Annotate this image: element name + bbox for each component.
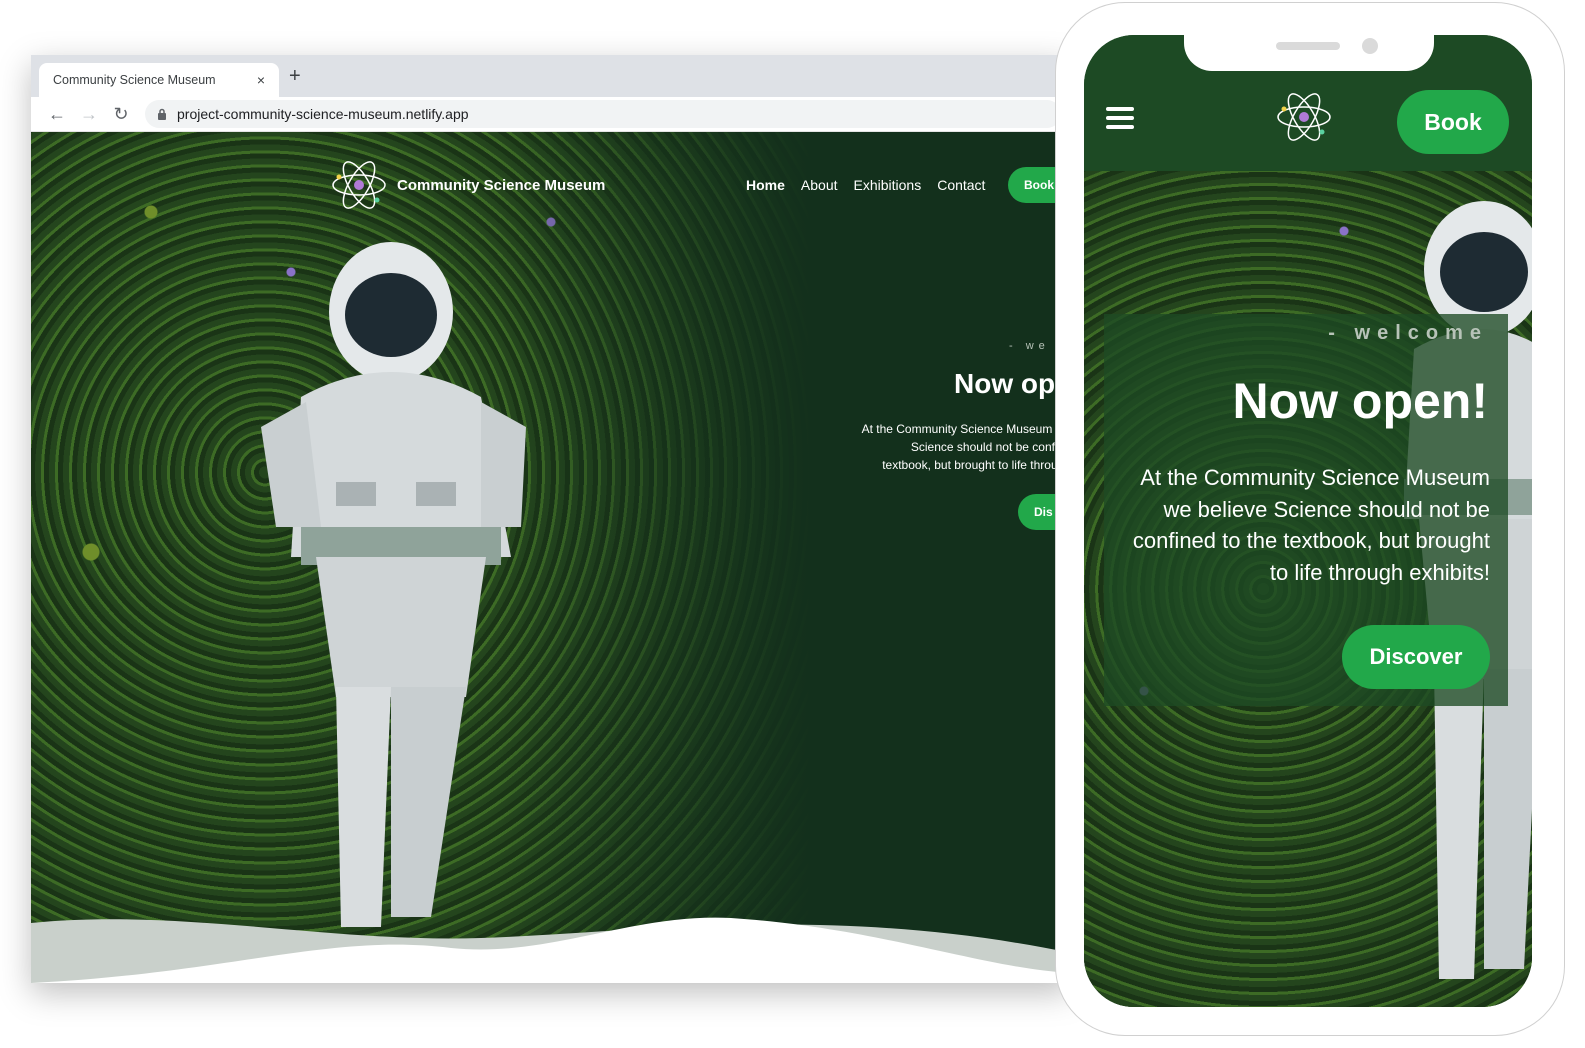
- nav-link-contact[interactable]: Contact: [937, 177, 985, 193]
- showcase: Community Science Museum × + ← → ↻ proje…: [0, 0, 1585, 1048]
- mobile-screen: Book - welcome Now open! At the Communit…: [1084, 35, 1532, 1007]
- hero-text-line: Science should not be confine: [910, 440, 1071, 454]
- hero-card: - welcome Now open! At the Community Sci…: [1104, 314, 1508, 706]
- atom-logo-icon[interactable]: [1276, 91, 1332, 143]
- new-tab-icon[interactable]: +: [289, 65, 301, 88]
- book-button[interactable]: Book: [1397, 90, 1509, 154]
- site-header: Community Science Museum Home About Exhi…: [331, 160, 1071, 210]
- atom-logo-icon: [332, 161, 386, 209]
- hero-text: At the Community Science Museum we belie…: [1132, 465, 1490, 585]
- discover-button[interactable]: Discover: [1342, 625, 1490, 689]
- reload-icon[interactable]: ↻: [105, 104, 137, 125]
- front-camera: [1362, 38, 1378, 54]
- welcome-eyebrow: - we: [1009, 340, 1050, 352]
- hero-text-line: At the Community Science Museum we: [861, 422, 1071, 436]
- back-arrow-icon[interactable]: ←: [41, 104, 73, 125]
- url-text: project-community-science-museum.netlify…: [177, 106, 469, 122]
- nav-link-about[interactable]: About: [801, 177, 838, 193]
- nav-link-exhibitions[interactable]: Exhibitions: [854, 177, 922, 193]
- hero-text: At the Community Science Museum we Scien…: [831, 420, 1071, 474]
- site-brand[interactable]: Community Science Museum: [331, 160, 605, 210]
- hero-title: Now open!: [1232, 373, 1488, 429]
- speaker-grille: [1276, 42, 1340, 50]
- wave-divider: [31, 917, 1071, 983]
- hero-text-line: textbook, but brought to life through: [882, 458, 1071, 472]
- browser-tab[interactable]: Community Science Museum ×: [39, 63, 279, 97]
- desktop-site: Community Science Museum Home About Exhi…: [31, 132, 1071, 983]
- tab-strip: Community Science Museum × +: [31, 55, 1071, 97]
- phone-frame: Book - welcome Now open! At the Communit…: [1055, 2, 1565, 1036]
- hamburger-menu-icon[interactable]: [1106, 107, 1134, 134]
- browser-toolbar: ← → ↻ project-community-science-museum.n…: [31, 97, 1071, 132]
- tab-title: Community Science Museum: [53, 73, 216, 87]
- hero-title: Now op: [954, 368, 1056, 399]
- nav-link-home[interactable]: Home: [746, 177, 785, 193]
- close-tab-icon[interactable]: ×: [257, 72, 265, 88]
- mobile-hero: - welcome Now open! At the Community Sci…: [1084, 171, 1532, 1007]
- main-nav: Home About Exhibitions Contact: [746, 177, 985, 193]
- desktop-browser-window: Community Science Museum × + ← → ↻ proje…: [31, 55, 1071, 983]
- address-bar[interactable]: project-community-science-museum.netlify…: [145, 100, 1061, 128]
- phone-notch: [1184, 35, 1434, 71]
- lock-icon: [157, 108, 167, 121]
- astronaut-image: [261, 242, 526, 927]
- brand-name: Community Science Museum: [397, 176, 606, 194]
- forward-arrow-icon[interactable]: →: [73, 104, 105, 125]
- welcome-eyebrow: - welcome: [1328, 322, 1488, 344]
